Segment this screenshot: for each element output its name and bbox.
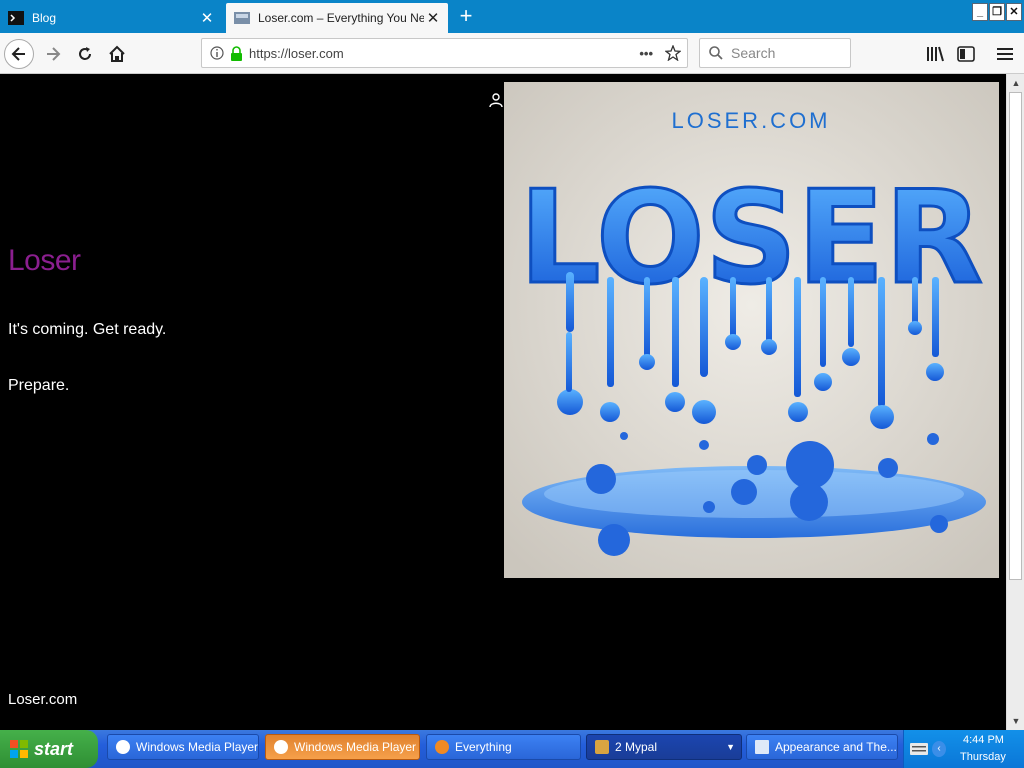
home-button[interactable] bbox=[102, 39, 132, 69]
windows-logo-icon bbox=[10, 740, 28, 758]
menu-icon bbox=[997, 48, 1013, 60]
media-player-icon bbox=[116, 740, 130, 754]
tab-label: Loser.com – Everything You Need bbox=[258, 11, 424, 25]
start-button[interactable]: start bbox=[0, 730, 98, 768]
page-icon bbox=[234, 12, 250, 24]
terminal-icon bbox=[8, 11, 24, 25]
reload-button[interactable] bbox=[70, 39, 100, 69]
more-icon[interactable]: ••• bbox=[639, 46, 653, 61]
close-tab-icon[interactable]: ✕ bbox=[424, 9, 442, 27]
search-icon bbox=[435, 740, 449, 754]
menu-button[interactable] bbox=[990, 39, 1020, 69]
tab-loser[interactable]: Loser.com – Everything You Need ✕ bbox=[226, 3, 448, 33]
search-bar[interactable]: Search bbox=[699, 38, 851, 68]
back-button[interactable] bbox=[4, 39, 34, 69]
site-title[interactable]: Loser bbox=[8, 244, 81, 278]
scroll-thumb[interactable] bbox=[1009, 92, 1022, 580]
start-label: start bbox=[34, 738, 74, 759]
home-icon bbox=[109, 45, 125, 62]
hero-caption: LOSER.COM bbox=[671, 108, 830, 133]
scroll-down-icon[interactable]: ▼ bbox=[1010, 715, 1022, 727]
hero-image: LOSER.COM LOSER bbox=[504, 82, 999, 578]
clock-day[interactable]: Thursday bbox=[960, 751, 1006, 763]
tab-blog[interactable]: Blog ✕ bbox=[0, 3, 222, 33]
close-tab-icon[interactable]: ✕ bbox=[198, 9, 216, 27]
task-label: 2 Mypal bbox=[615, 740, 658, 754]
vertical-scrollbar[interactable]: ▲ ▼ bbox=[1006, 74, 1024, 730]
control-panel-icon bbox=[755, 740, 769, 754]
clock-time[interactable]: 4:44 PM bbox=[963, 734, 1004, 746]
task-label: Windows Media Player bbox=[294, 740, 417, 754]
task-label: Windows Media Player bbox=[136, 740, 259, 754]
chevron-down-icon: ▼ bbox=[726, 742, 735, 752]
url-bar[interactable]: https://loser.com ••• bbox=[201, 38, 688, 68]
info-icon[interactable] bbox=[210, 46, 224, 60]
task-everything[interactable]: Everything bbox=[426, 734, 581, 760]
sidebar-button[interactable] bbox=[951, 39, 981, 69]
forward-button[interactable] bbox=[38, 39, 68, 69]
tab-label: Blog bbox=[32, 11, 57, 25]
star-icon[interactable] bbox=[665, 45, 681, 61]
footer-site-link[interactable]: Loser.com bbox=[8, 691, 77, 708]
task-appearance-and-themes[interactable]: Appearance and The... bbox=[746, 734, 898, 760]
task-label: Everything bbox=[455, 740, 512, 754]
mypal-icon bbox=[595, 740, 609, 754]
search-placeholder[interactable]: Search bbox=[731, 45, 775, 61]
person-icon[interactable] bbox=[488, 92, 504, 108]
task-windows-media-player-active[interactable]: Windows Media Player bbox=[265, 734, 420, 760]
search-icon bbox=[709, 46, 723, 60]
sidebar-icon bbox=[957, 46, 975, 62]
url-text[interactable]: https://loser.com bbox=[249, 46, 639, 61]
library-button[interactable] bbox=[920, 39, 950, 69]
task-windows-media-player[interactable]: Windows Media Player bbox=[107, 734, 259, 760]
tab-bar: Blog ✕ Loser.com – Everything You Need ✕… bbox=[0, 0, 1024, 33]
lock-icon[interactable] bbox=[230, 45, 243, 61]
keyboard-icon[interactable] bbox=[910, 743, 928, 755]
nav-bar: https://loser.com ••• Search bbox=[0, 33, 1024, 74]
task-label: Appearance and The... bbox=[775, 740, 897, 754]
media-player-icon bbox=[274, 740, 288, 754]
task-mypal-group[interactable]: 2 Mypal ▼ bbox=[586, 734, 742, 760]
close-window-button[interactable]: ✕ bbox=[1006, 3, 1022, 21]
prepare-text: Prepare. bbox=[8, 377, 70, 394]
tagline-text: It's coming. Get ready. bbox=[8, 321, 167, 338]
minimize-button[interactable]: _ bbox=[972, 3, 988, 21]
forward-icon bbox=[47, 47, 61, 61]
chevron-left-icon[interactable]: ‹ bbox=[932, 741, 946, 757]
restore-button[interactable]: ❐ bbox=[989, 3, 1005, 21]
taskbar: start Windows Media Player Windows Media… bbox=[0, 730, 1024, 768]
new-tab-button[interactable]: + bbox=[456, 4, 476, 28]
reload-icon bbox=[79, 47, 91, 60]
system-tray: ‹ 4:44 PM Thursday bbox=[903, 730, 1024, 768]
scroll-up-icon[interactable]: ▲ bbox=[1010, 77, 1022, 89]
library-icon bbox=[927, 46, 944, 62]
web-page: Loser It's coming. Get ready. Prepare. L… bbox=[0, 74, 1006, 730]
back-icon bbox=[11, 47, 25, 61]
